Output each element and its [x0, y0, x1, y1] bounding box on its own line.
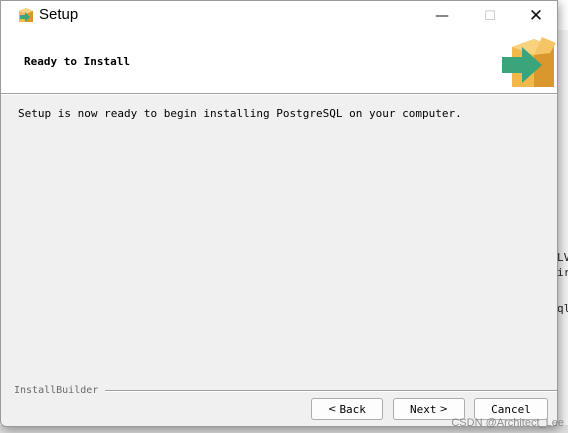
setup-box-arrow-icon	[19, 8, 33, 22]
chevron-right-icon: >	[439, 403, 448, 415]
background-text-fragment: ir	[557, 266, 568, 279]
next-button-label: Next	[410, 402, 437, 416]
minimize-icon: —	[435, 8, 449, 24]
wizard-header: Ready to Install	[1, 31, 557, 93]
maximize-button[interactable]: ☐	[467, 1, 513, 31]
background-text-fragment: LV	[557, 251, 568, 264]
ready-message: Setup is now ready to begin installing P…	[18, 107, 462, 120]
background-text-fragment: ql	[557, 302, 568, 315]
back-button[interactable]: < Back	[311, 398, 383, 420]
footer-separator	[105, 390, 557, 392]
chevron-left-icon: <	[328, 403, 337, 415]
maximize-icon: ☐	[484, 8, 496, 24]
minimize-button[interactable]: —	[419, 1, 465, 31]
close-button[interactable]: ✕	[513, 1, 557, 31]
back-button-label: Back	[339, 402, 366, 416]
page-title: Ready to Install	[24, 55, 130, 68]
setup-dialog: Setup — ☐ ✕ Ready to Install Setup is no…	[0, 0, 558, 427]
title-bar[interactable]: Setup — ☐ ✕	[1, 1, 557, 31]
header-separator	[1, 93, 557, 95]
close-icon: ✕	[528, 6, 544, 26]
cancel-button-label: Cancel	[491, 402, 531, 416]
installbuilder-label: InstallBuilder	[14, 385, 105, 396]
install-box-arrow-icon	[502, 37, 556, 87]
watermark: CSDN @Architect_Lee	[451, 417, 564, 429]
window-title: Setup	[39, 6, 79, 23]
